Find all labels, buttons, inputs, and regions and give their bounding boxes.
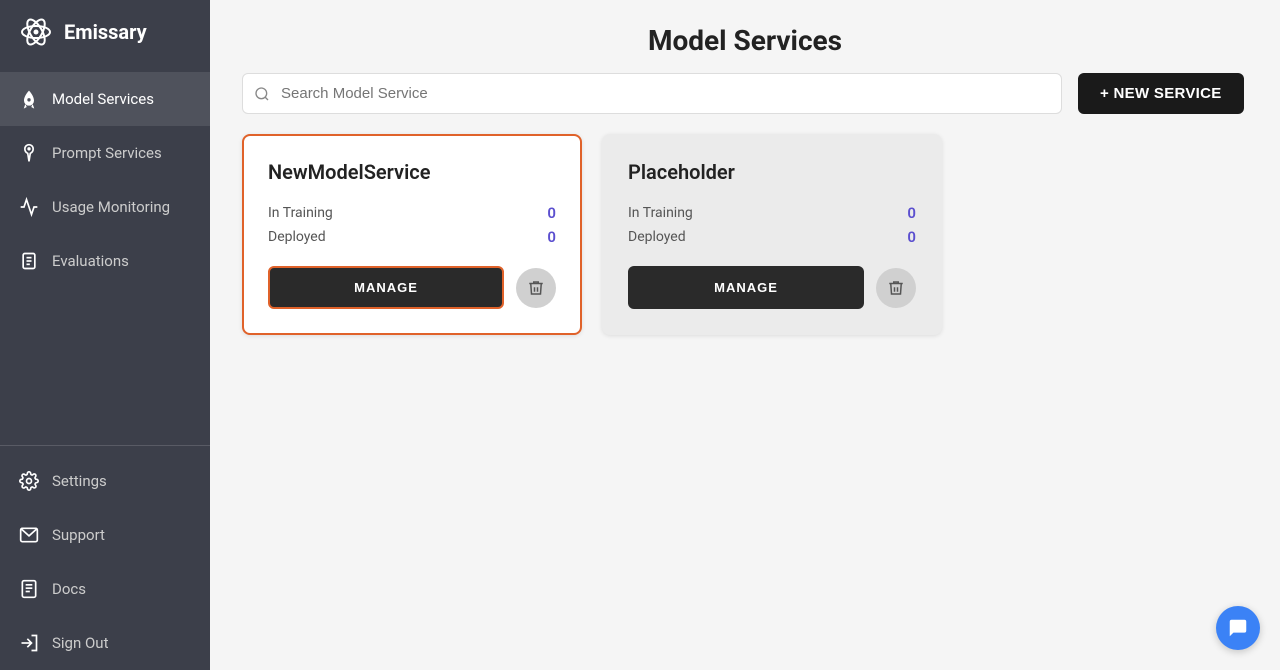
sidebar-item-usage-monitoring[interactable]: Usage Monitoring [0, 180, 210, 234]
sidebar-item-support[interactable]: Support [0, 508, 210, 562]
sidebar-item-sign-out[interactable]: Sign Out [0, 616, 210, 670]
rocket-icon [18, 88, 40, 110]
settings-icon [18, 470, 40, 492]
envelope-icon [18, 524, 40, 546]
sidebar-label-evaluations: Evaluations [52, 252, 129, 270]
chart-icon [18, 196, 40, 218]
search-container [242, 73, 1062, 114]
in-training-row-placeholder: In Training 0 [628, 204, 916, 222]
deployed-row-placeholder: Deployed 0 [628, 228, 916, 246]
card-stats-new-model-service: In Training 0 Deployed 0 [268, 204, 556, 246]
chat-bubble[interactable] [1216, 606, 1260, 650]
sidebar: Emissary Model Services Prompt Services [0, 0, 210, 670]
manage-button-new-model-service[interactable]: MANAGE [268, 266, 504, 309]
toolbar: + NEW SERVICE [210, 73, 1280, 134]
deployed-value-placeholder: 0 [907, 228, 916, 246]
card-actions-placeholder: MANAGE [628, 266, 916, 309]
docs-icon [18, 578, 40, 600]
search-icon [254, 86, 270, 102]
sidebar-item-model-services[interactable]: Model Services [0, 72, 210, 126]
manage-button-placeholder[interactable]: MANAGE [628, 266, 864, 309]
in-training-row: In Training 0 [268, 204, 556, 222]
sidebar-label-support: Support [52, 526, 105, 544]
in-training-label: In Training [268, 205, 333, 221]
page-header: Model Services [210, 0, 1280, 73]
prompt-icon [18, 142, 40, 164]
sidebar-label-sign-out: Sign Out [52, 634, 108, 652]
sidebar-item-evaluations[interactable]: Evaluations [0, 234, 210, 288]
sidebar-item-prompt-services[interactable]: Prompt Services [0, 126, 210, 180]
cards-container: NewModelService In Training 0 Deployed 0… [210, 134, 1280, 335]
main-content: Model Services + NEW SERVICE NewModelSer… [210, 0, 1280, 670]
page-title: Model Services [648, 24, 842, 57]
sidebar-label-docs: Docs [52, 580, 86, 598]
sidebar-item-docs[interactable]: Docs [0, 562, 210, 616]
new-service-button[interactable]: + NEW SERVICE [1078, 73, 1244, 114]
service-card-new-model-service: NewModelService In Training 0 Deployed 0… [242, 134, 582, 335]
deployed-label: Deployed [268, 229, 326, 245]
sidebar-nav: Model Services Prompt Services Usage Mon… [0, 64, 210, 670]
deployed-value: 0 [547, 228, 556, 246]
app-logo-icon [18, 14, 54, 50]
card-title-placeholder: Placeholder [628, 160, 916, 184]
sidebar-divider [0, 445, 210, 446]
card-title-new-model-service: NewModelService [268, 160, 556, 184]
in-training-label-placeholder: In Training [628, 205, 693, 221]
delete-button-new-model-service[interactable] [516, 268, 556, 308]
app-name: Emissary [64, 20, 147, 44]
service-card-placeholder: Placeholder In Training 0 Deployed 0 MAN… [602, 134, 942, 335]
sidebar-label-settings: Settings [52, 472, 107, 490]
in-training-value-placeholder: 0 [907, 204, 916, 222]
in-training-value: 0 [547, 204, 556, 222]
sidebar-header: Emissary [0, 0, 210, 64]
search-input[interactable] [242, 73, 1062, 114]
delete-button-placeholder[interactable] [876, 268, 916, 308]
deployed-row: Deployed 0 [268, 228, 556, 246]
clipboard-icon [18, 250, 40, 272]
sidebar-label-prompt-services: Prompt Services [52, 144, 162, 162]
deployed-label-placeholder: Deployed [628, 229, 686, 245]
sidebar-label-model-services: Model Services [52, 90, 154, 108]
card-stats-placeholder: In Training 0 Deployed 0 [628, 204, 916, 246]
sidebar-item-settings[interactable]: Settings [0, 454, 210, 508]
card-actions-new-model-service: MANAGE [268, 266, 556, 309]
sidebar-label-usage-monitoring: Usage Monitoring [52, 198, 170, 216]
signout-icon [18, 632, 40, 654]
